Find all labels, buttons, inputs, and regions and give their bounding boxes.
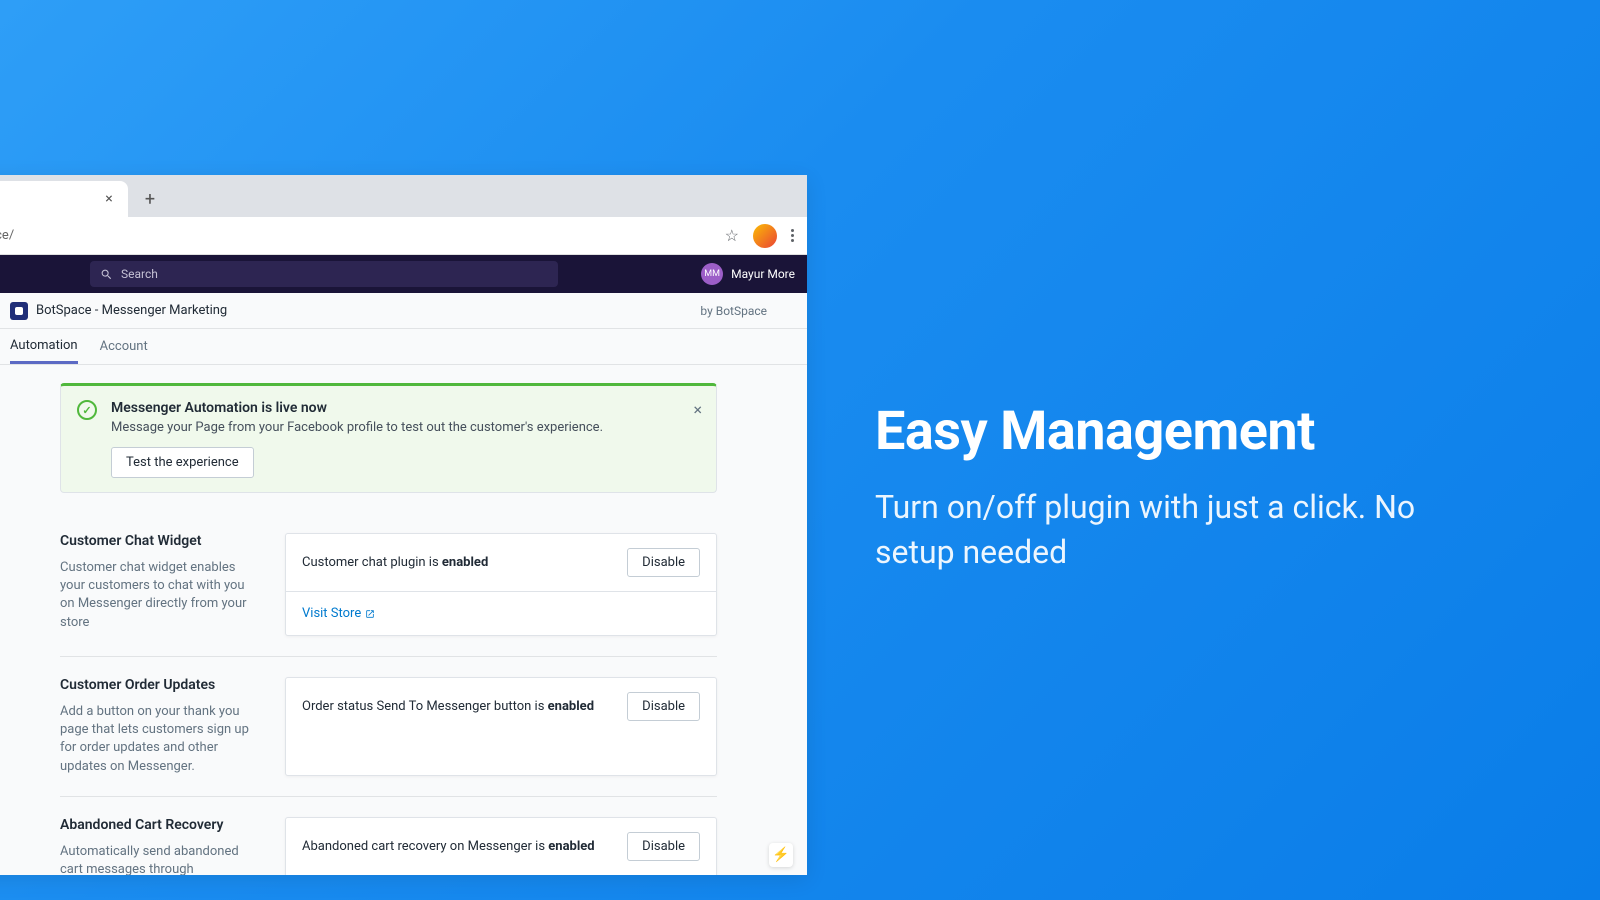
browser-tab-bar: × + <box>0 175 807 217</box>
section-chat-widget: Customer Chat Widget Customer chat widge… <box>60 513 717 656</box>
section-abandoned-cart: Abandoned Cart Recovery Automatically se… <box>60 796 717 875</box>
close-icon[interactable]: × <box>693 400 702 419</box>
app-title: BotSpace - Messenger Marketing <box>36 303 227 318</box>
tab-account[interactable]: Account <box>100 329 148 364</box>
disable-cart-button[interactable]: Disable <box>627 832 700 861</box>
cart-card: Abandoned cart recovery on Messenger is … <box>285 817 717 875</box>
content: × Messenger Automation is live now Messa… <box>0 365 807 875</box>
browser-tab[interactable]: × <box>0 181 128 217</box>
browser-profile-avatar[interactable] <box>753 224 777 248</box>
external-link-icon <box>365 609 375 619</box>
banner-title: Messenger Automation is live now <box>111 400 700 416</box>
marketing-text: Easy Management Turn on/off plugin with … <box>875 400 1435 575</box>
app-icon <box>10 302 28 320</box>
section-order-updates: Customer Order Updates Add a button on y… <box>60 656 717 796</box>
app-header: BotSpace - Messenger Marketing by BotSpa… <box>0 293 807 329</box>
test-experience-button[interactable]: Test the experience <box>111 447 254 478</box>
visit-store-link[interactable]: Visit Store <box>302 606 375 621</box>
disable-orders-button[interactable]: Disable <box>627 692 700 721</box>
user-name: Mayur More <box>731 267 795 281</box>
section-title: Customer Order Updates <box>60 677 255 693</box>
search-placeholder: Search <box>121 267 158 281</box>
orders-status: Order status Send To Messenger button is… <box>302 699 594 714</box>
orders-card: Order status Send To Messenger button is… <box>285 677 717 776</box>
banner-text: Message your Page from your Facebook pro… <box>111 420 700 435</box>
marketing-desc: Turn on/off plugin with just a click. No… <box>875 485 1435 575</box>
chat-status: Customer chat plugin is enabled <box>302 555 488 570</box>
tab-automation[interactable]: Automation <box>10 329 78 364</box>
lightning-icon[interactable]: ⚡ <box>769 843 793 867</box>
cart-status: Abandoned cart recovery on Messenger is … <box>302 839 595 854</box>
marketing-title: Easy Management <box>875 400 1435 463</box>
bookmark-star-icon[interactable]: ☆ <box>725 226 739 245</box>
close-icon[interactable]: × <box>102 192 116 206</box>
address-bar: ;pace/ ☆ <box>0 217 807 255</box>
shopify-header: Search MM Mayur More <box>0 255 807 293</box>
user-avatar: MM <box>701 263 723 285</box>
kebab-menu-icon[interactable] <box>791 229 795 242</box>
chat-card: Customer chat plugin is enabled Disable … <box>285 533 717 636</box>
section-title: Abandoned Cart Recovery <box>60 817 255 833</box>
new-tab-button[interactable]: + <box>136 185 164 213</box>
browser-window: × + ;pace/ ☆ Search MM Mayur More BotSpa… <box>0 175 807 875</box>
disable-chat-button[interactable]: Disable <box>627 548 700 577</box>
checkmark-icon <box>77 400 97 420</box>
search-icon <box>100 268 113 281</box>
section-desc: Add a button on your thank you page that… <box>60 703 255 776</box>
app-author: by BotSpace <box>700 304 767 318</box>
search-input[interactable]: Search <box>90 261 558 287</box>
section-desc: Automatically send abandoned cart messag… <box>60 843 255 875</box>
success-banner: × Messenger Automation is live now Messa… <box>60 383 717 493</box>
section-title: Customer Chat Widget <box>60 533 255 549</box>
url-text[interactable]: ;pace/ <box>0 228 725 243</box>
user-menu[interactable]: MM Mayur More <box>701 263 795 285</box>
section-desc: Customer chat widget enables your custom… <box>60 559 255 632</box>
url-icons: ☆ <box>725 224 795 248</box>
tabs-nav: Automation Account <box>0 329 807 365</box>
